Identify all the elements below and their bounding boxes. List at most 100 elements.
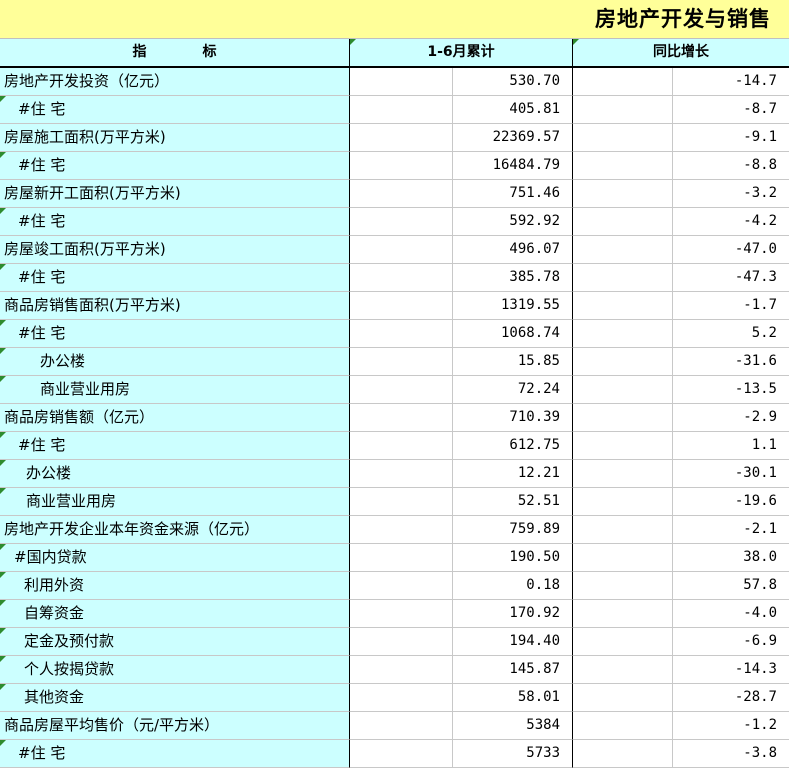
cumulative-value-cell[interactable]: 5384: [453, 712, 573, 740]
yoy-value-cell[interactable]: -1.7: [673, 292, 789, 320]
empty-cell[interactable]: [573, 236, 673, 264]
cumulative-value-cell[interactable]: 12.21: [453, 460, 573, 488]
empty-cell[interactable]: [350, 96, 453, 124]
empty-cell[interactable]: [573, 684, 673, 712]
indicator-cell[interactable]: 商品房屋平均售价（元/平方米）: [0, 712, 350, 740]
empty-cell[interactable]: [350, 432, 453, 460]
empty-cell[interactable]: [573, 572, 673, 600]
indicator-cell[interactable]: 房屋竣工面积(万平方米): [0, 236, 350, 264]
yoy-value-cell[interactable]: -8.8: [673, 152, 789, 180]
yoy-value-cell[interactable]: -4.2: [673, 208, 789, 236]
empty-cell[interactable]: [573, 544, 673, 572]
indicator-cell[interactable]: #住 宅: [0, 320, 350, 348]
empty-cell[interactable]: [573, 740, 673, 768]
cumulative-value-cell[interactable]: 145.87: [453, 656, 573, 684]
cumulative-value-cell[interactable]: 759.89: [453, 516, 573, 544]
empty-cell[interactable]: [573, 460, 673, 488]
cumulative-value-cell[interactable]: 751.46: [453, 180, 573, 208]
yoy-value-cell[interactable]: -14.3: [673, 656, 789, 684]
indicator-cell[interactable]: 利用外资: [0, 572, 350, 600]
empty-cell[interactable]: [573, 656, 673, 684]
cumulative-value-cell[interactable]: 0.18: [453, 572, 573, 600]
cumulative-value-cell[interactable]: 496.07: [453, 236, 573, 264]
empty-cell[interactable]: [573, 376, 673, 404]
empty-cell[interactable]: [573, 264, 673, 292]
yoy-value-cell[interactable]: -1.2: [673, 712, 789, 740]
yoy-value-cell[interactable]: 1.1: [673, 432, 789, 460]
indicator-cell[interactable]: 办公楼: [0, 348, 350, 376]
yoy-value-cell[interactable]: -30.1: [673, 460, 789, 488]
cumulative-value-cell[interactable]: 612.75: [453, 432, 573, 460]
empty-cell[interactable]: [573, 320, 673, 348]
cumulative-value-cell[interactable]: 190.50: [453, 544, 573, 572]
cumulative-value-cell[interactable]: 52.51: [453, 488, 573, 516]
empty-cell[interactable]: [350, 600, 453, 628]
cumulative-value-cell[interactable]: 405.81: [453, 96, 573, 124]
empty-cell[interactable]: [573, 488, 673, 516]
yoy-value-cell[interactable]: -4.0: [673, 600, 789, 628]
empty-cell[interactable]: [350, 264, 453, 292]
empty-cell[interactable]: [350, 544, 453, 572]
indicator-cell[interactable]: 个人按揭贷款: [0, 656, 350, 684]
indicator-cell[interactable]: #住 宅: [0, 740, 350, 768]
empty-cell[interactable]: [350, 572, 453, 600]
header-cumulative[interactable]: 1-6月累计: [350, 39, 573, 66]
yoy-value-cell[interactable]: -2.1: [673, 516, 789, 544]
indicator-cell[interactable]: #住 宅: [0, 208, 350, 236]
indicator-cell[interactable]: 房地产开发企业本年资金来源（亿元）: [0, 516, 350, 544]
cumulative-value-cell[interactable]: 15.85: [453, 348, 573, 376]
cumulative-value-cell[interactable]: 16484.79: [453, 152, 573, 180]
empty-cell[interactable]: [573, 432, 673, 460]
cumulative-value-cell[interactable]: 592.92: [453, 208, 573, 236]
yoy-value-cell[interactable]: 5.2: [673, 320, 789, 348]
empty-cell[interactable]: [350, 292, 453, 320]
indicator-cell[interactable]: 定金及预付款: [0, 628, 350, 656]
yoy-value-cell[interactable]: -9.1: [673, 124, 789, 152]
cumulative-value-cell[interactable]: 385.78: [453, 264, 573, 292]
empty-cell[interactable]: [350, 404, 453, 432]
yoy-value-cell[interactable]: -19.6: [673, 488, 789, 516]
yoy-value-cell[interactable]: -47.0: [673, 236, 789, 264]
empty-cell[interactable]: [573, 516, 673, 544]
yoy-value-cell[interactable]: -31.6: [673, 348, 789, 376]
indicator-cell[interactable]: #住 宅: [0, 96, 350, 124]
empty-cell[interactable]: [350, 320, 453, 348]
yoy-value-cell[interactable]: -2.9: [673, 404, 789, 432]
empty-cell[interactable]: [350, 208, 453, 236]
empty-cell[interactable]: [350, 460, 453, 488]
indicator-cell[interactable]: 商品房销售额（亿元）: [0, 404, 350, 432]
empty-cell[interactable]: [573, 180, 673, 208]
cumulative-value-cell[interactable]: 530.70: [453, 68, 573, 96]
indicator-cell[interactable]: #住 宅: [0, 432, 350, 460]
indicator-cell[interactable]: #住 宅: [0, 264, 350, 292]
empty-cell[interactable]: [350, 488, 453, 516]
indicator-cell[interactable]: 商业营业用房: [0, 376, 350, 404]
empty-cell[interactable]: [573, 96, 673, 124]
indicator-cell[interactable]: 房屋新开工面积(万平方米): [0, 180, 350, 208]
empty-cell[interactable]: [350, 124, 453, 152]
cumulative-value-cell[interactable]: 1068.74: [453, 320, 573, 348]
empty-cell[interactable]: [573, 68, 673, 96]
indicator-cell[interactable]: 办公楼: [0, 460, 350, 488]
yoy-value-cell[interactable]: 38.0: [673, 544, 789, 572]
empty-cell[interactable]: [573, 348, 673, 376]
empty-cell[interactable]: [350, 180, 453, 208]
yoy-value-cell[interactable]: -3.2: [673, 180, 789, 208]
empty-cell[interactable]: [573, 124, 673, 152]
yoy-value-cell[interactable]: -8.7: [673, 96, 789, 124]
yoy-value-cell[interactable]: -47.3: [673, 264, 789, 292]
indicator-cell[interactable]: #住 宅: [0, 152, 350, 180]
empty-cell[interactable]: [573, 628, 673, 656]
indicator-cell[interactable]: 商品房销售面积(万平方米): [0, 292, 350, 320]
indicator-cell[interactable]: 商业营业用房: [0, 488, 350, 516]
cumulative-value-cell[interactable]: 710.39: [453, 404, 573, 432]
indicator-cell[interactable]: 其他资金: [0, 684, 350, 712]
empty-cell[interactable]: [573, 152, 673, 180]
yoy-value-cell[interactable]: -13.5: [673, 376, 789, 404]
empty-cell[interactable]: [573, 404, 673, 432]
empty-cell[interactable]: [573, 292, 673, 320]
cumulative-value-cell[interactable]: 170.92: [453, 600, 573, 628]
empty-cell[interactable]: [350, 236, 453, 264]
empty-cell[interactable]: [350, 152, 453, 180]
header-indicator[interactable]: 指 标: [0, 39, 350, 66]
